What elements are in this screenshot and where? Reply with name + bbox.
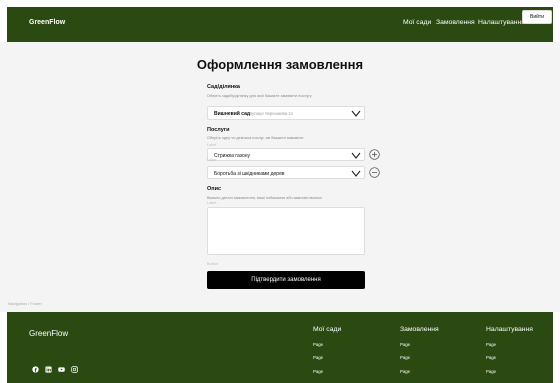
footer-link[interactable]: Page — [486, 342, 496, 347]
footer-link[interactable]: Page — [486, 355, 496, 360]
services-tiny-label-2: Label — [207, 158, 217, 162]
chevron-down-icon — [351, 152, 361, 159]
submit-order-button[interactable]: Підтвердити замовлення — [207, 271, 365, 289]
youtube-icon[interactable] — [58, 366, 65, 373]
linkedin-icon[interactable] — [45, 366, 52, 373]
garden-label: Сад/ділянка — [207, 84, 240, 90]
nav-link-my-gardens[interactable]: Мої сади — [403, 19, 431, 26]
service-select-2[interactable]: Боротьба зі шкідниками дерев — [207, 166, 365, 179]
button-tiny-label: Button — [207, 262, 218, 266]
garden-select[interactable]: Вишневий сад вулиця Черешнева 14 — [207, 106, 365, 120]
nav-link-settings[interactable]: Налаштування — [478, 19, 525, 26]
service-2-value: Боротьба зі шкідниками дерев — [214, 170, 285, 177]
footer-col-title-settings[interactable]: Налаштування — [486, 326, 533, 333]
footer-link[interactable]: Page — [486, 369, 496, 374]
garden-hint: Оберіть садибу/ділянку для якої бажаєте … — [207, 94, 312, 98]
garden-address: вулиця Черешнева 14 — [250, 111, 293, 116]
footer-link[interactable]: Page — [400, 355, 410, 360]
footer-link[interactable]: Page — [313, 342, 323, 347]
brand-logo[interactable]: GreenFlow — [29, 19, 65, 26]
services-tiny-label: Label — [207, 143, 217, 147]
footer-col-title-gardens[interactable]: Мої сади — [313, 326, 341, 333]
nav-link-orders[interactable]: Замовлення — [436, 19, 475, 26]
page-title: Оформлення замовлення — [196, 57, 364, 72]
remove-service-icon[interactable] — [369, 167, 380, 178]
services-label: Послуги — [207, 127, 230, 133]
chevron-down-icon — [351, 110, 361, 117]
service-select-1[interactable]: Стрижка газону — [207, 148, 365, 161]
facebook-icon[interactable] — [32, 366, 39, 373]
header: GreenFlow Мої сади Замовлення Налаштуван… — [7, 7, 553, 42]
chevron-down-icon — [351, 170, 361, 177]
logout-button[interactable]: Вийти — [522, 10, 552, 24]
description-textarea[interactable] — [207, 207, 365, 255]
services-hint: Оберіть одну чи декілька послуг, які баж… — [207, 136, 304, 140]
navigation-footer-label: Navigation / Footer — [8, 301, 42, 306]
description-tiny-label: Label — [207, 201, 217, 205]
footer: GreenFlow Мої сади Page Page Page Замовл… — [7, 312, 553, 383]
add-service-icon[interactable] — [369, 149, 380, 160]
footer-col-title-orders[interactable]: Замовлення — [400, 326, 439, 333]
footer-link[interactable]: Page — [400, 369, 410, 374]
footer-brand[interactable]: GreenFlow — [29, 329, 68, 338]
footer-link[interactable]: Page — [400, 342, 410, 347]
instagram-icon[interactable] — [71, 366, 78, 373]
description-hint: Вкажіть деталі замовлення, ваші побажанн… — [207, 196, 322, 200]
garden-selected: Вишневий сад — [214, 110, 251, 117]
description-label: Опис — [207, 186, 222, 192]
footer-link[interactable]: Page — [313, 369, 323, 374]
footer-link[interactable]: Page — [313, 355, 323, 360]
service-1-value: Стрижка газону — [214, 152, 251, 159]
